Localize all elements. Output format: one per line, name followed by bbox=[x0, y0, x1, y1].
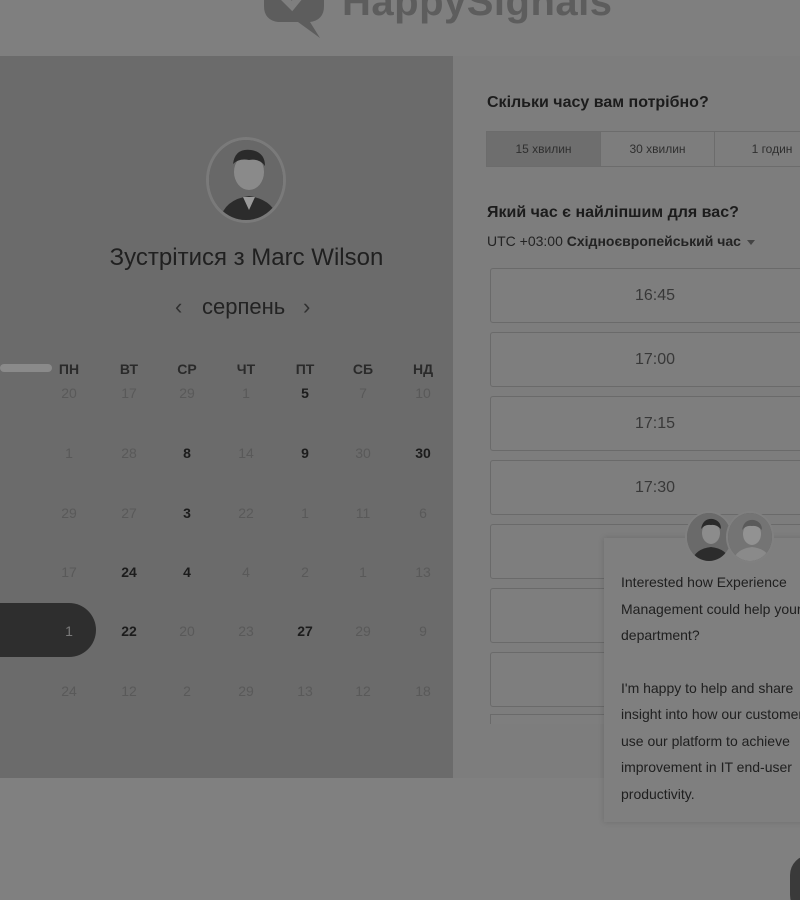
timezone-selector[interactable]: UTC +03:00 Східноєвропейський час bbox=[487, 233, 755, 249]
calendar-day: 22 bbox=[238, 505, 254, 521]
happysignals-logo-icon bbox=[264, 0, 324, 38]
calendar-day: 12 bbox=[355, 683, 371, 699]
weekday-mon: ПН bbox=[58, 361, 80, 377]
chat-message-1: Interested how Experience Management cou… bbox=[621, 574, 800, 643]
calendar-scroll-handle[interactable] bbox=[0, 364, 52, 372]
calendar-day: 17 bbox=[121, 385, 137, 401]
calendar-day: 27 bbox=[121, 505, 137, 521]
calendar-day[interactable]: 3 bbox=[167, 505, 207, 521]
chat-agent-avatar-2 bbox=[726, 511, 774, 563]
weekday-sun: НД bbox=[412, 361, 434, 377]
calendar-day: 9 bbox=[419, 623, 427, 639]
calendar-day: 28 bbox=[121, 445, 137, 461]
time-slot[interactable]: 16:45 bbox=[490, 268, 800, 323]
duration-selector: 15 хвилин 30 хвилин 1 годин bbox=[486, 131, 800, 167]
calendar-day: 11 bbox=[355, 505, 371, 521]
time-slot[interactable]: 17:30 bbox=[490, 460, 800, 515]
calendar-day[interactable]: 4 bbox=[167, 564, 207, 580]
calendar-day: 30 bbox=[355, 445, 371, 461]
caret-down-icon bbox=[746, 239, 755, 245]
calendar-day: 7 bbox=[359, 385, 367, 401]
calendar-day[interactable]: 8 bbox=[167, 445, 207, 461]
calendar-day: 18 bbox=[415, 683, 431, 699]
calendar-day-selected[interactable]: 1 bbox=[49, 623, 89, 639]
weekday-fri: ПТ bbox=[295, 361, 315, 377]
calendar-day: 29 bbox=[179, 385, 195, 401]
calendar-day[interactable]: 24 bbox=[109, 564, 149, 580]
calendar-day: 20 bbox=[179, 623, 195, 639]
calendar-day: 29 bbox=[238, 683, 254, 699]
host-avatar bbox=[206, 137, 286, 223]
calendar-day: 13 bbox=[297, 683, 313, 699]
duration-option-60[interactable]: 1 годин bbox=[715, 132, 800, 166]
timezone-offset: UTC +03:00 bbox=[487, 233, 563, 249]
calendar-day: 4 bbox=[242, 564, 250, 580]
calendar-day: 6 bbox=[419, 505, 427, 521]
calendar-day: 23 bbox=[238, 623, 254, 639]
duration-option-30[interactable]: 30 хвилин bbox=[601, 132, 715, 166]
time-question: Який час є найліпшим для вас? bbox=[487, 204, 739, 221]
chat-message-2: I'm happy to help and share insight into… bbox=[621, 679, 800, 802]
chevron-right-icon[interactable]: › bbox=[303, 296, 310, 318]
calendar-day[interactable]: 5 bbox=[285, 385, 325, 401]
calendar-day: 1 bbox=[301, 505, 309, 521]
calendar-day[interactable]: 27 bbox=[285, 623, 325, 639]
calendar-day[interactable]: 22 bbox=[109, 623, 149, 639]
chevron-left-icon[interactable]: ‹ bbox=[175, 296, 182, 318]
calendar-day: 1 bbox=[359, 564, 367, 580]
timezone-name: Східноєвропейський час bbox=[566, 233, 741, 249]
calendar-day[interactable]: 30 bbox=[403, 445, 443, 461]
calendar-day: 12 bbox=[121, 683, 137, 699]
duration-option-15[interactable]: 15 хвилин bbox=[487, 132, 601, 166]
weekday-tue: ВТ bbox=[119, 361, 139, 377]
calendar-day: 13 bbox=[415, 564, 431, 580]
month-navigation: ‹ серпень › bbox=[175, 294, 325, 324]
calendar-day: 29 bbox=[355, 623, 371, 639]
calendar-day: 1 bbox=[65, 445, 73, 461]
meeting-title: Зустрітися з Marc Wilson bbox=[109, 244, 384, 271]
calendar-day: 1 bbox=[242, 385, 250, 401]
weekday-wed: СР bbox=[177, 361, 197, 377]
calendar-day: 17 bbox=[61, 564, 77, 580]
logo-text: HappySignals bbox=[342, 0, 613, 24]
calendar-day: 2 bbox=[301, 564, 309, 580]
time-slot[interactable]: 17:00 bbox=[490, 332, 800, 387]
calendar-day: 14 bbox=[238, 445, 254, 461]
calendar-day: 24 bbox=[61, 683, 77, 699]
chat-message: Interested how Experience Management cou… bbox=[621, 569, 800, 807]
weekday-sat: СБ bbox=[352, 361, 374, 377]
calendar-day: 10 bbox=[415, 385, 431, 401]
calendar-day: 2 bbox=[183, 683, 191, 699]
time-slot[interactable]: 17:15 bbox=[490, 396, 800, 451]
calendar-day[interactable]: 9 bbox=[285, 445, 325, 461]
duration-question: Скільки часу вам потрібно? bbox=[487, 94, 709, 111]
month-label: серпень bbox=[202, 294, 286, 319]
header: HappySignals bbox=[0, 0, 800, 56]
weekday-thu: ЧТ bbox=[236, 361, 256, 377]
calendar-day: 20 bbox=[61, 385, 77, 401]
calendar-day: 29 bbox=[61, 505, 77, 521]
